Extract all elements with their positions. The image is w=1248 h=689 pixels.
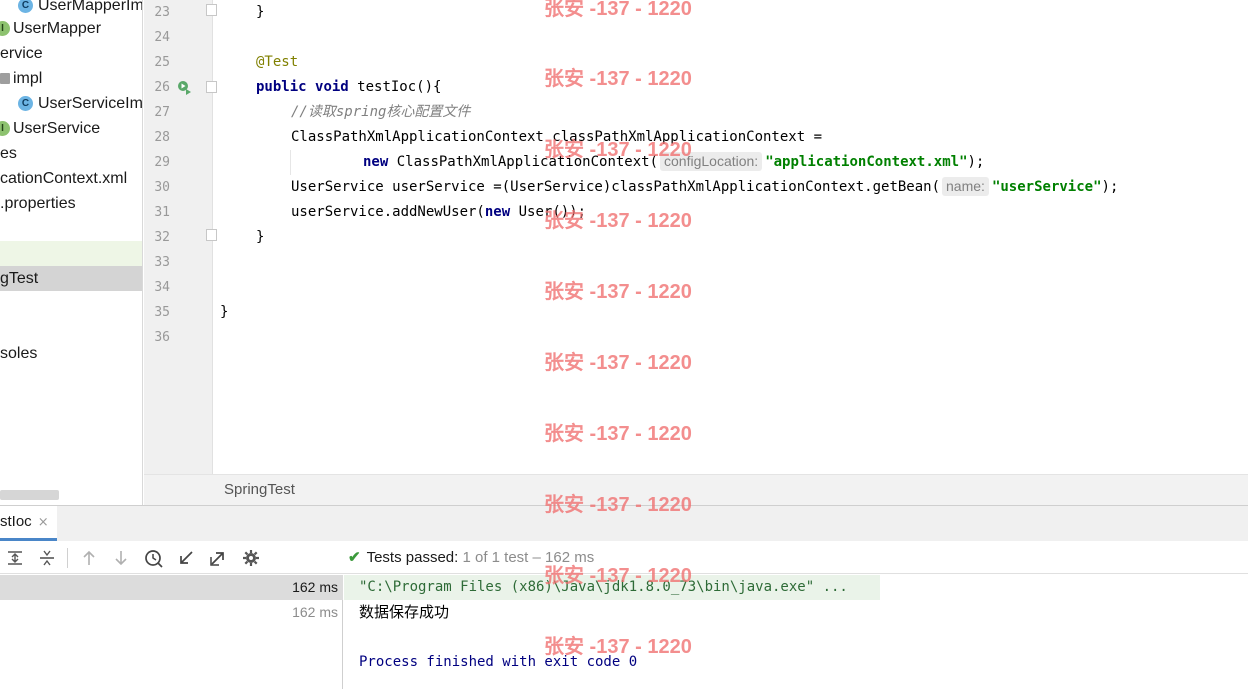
class-icon: C (18, 0, 33, 13)
line-number: 24 (154, 30, 170, 45)
test-results-tree: 162 ms 162 ms (0, 575, 343, 689)
export-tests-icon[interactable] (207, 547, 229, 569)
code-line-25: @Test (256, 54, 299, 70)
tree-item[interactable]: I UserService (0, 116, 142, 141)
console-command-line: "C:\Program Files (x86)\Java\jdk1.8.0_73… (344, 575, 880, 600)
console-exit-line: Process finished with exit code 0 (359, 654, 638, 670)
horizontal-scrollbar[interactable] (0, 490, 59, 500)
line-number: 28 (154, 130, 170, 145)
line-number-gutter: 23 24 25 26 27 28 29 30 31 32 33 34 35 3… (144, 0, 213, 474)
import-tests-icon[interactable] (175, 547, 197, 569)
code-line-32: } (256, 229, 265, 245)
parameter-hint: configLocation: (660, 152, 763, 171)
code-line-23: } (256, 4, 265, 20)
class-icon: C (18, 96, 33, 111)
line-number: 36 (154, 330, 170, 345)
collapse-all-icon[interactable] (36, 547, 58, 569)
check-icon: ✔ (348, 549, 361, 566)
line-number: 26 (154, 80, 170, 95)
interface-icon: I (0, 21, 10, 36)
line-number: 32 (154, 230, 170, 245)
clock-history-icon[interactable] (143, 547, 165, 569)
test-result-row[interactable]: 162 ms (0, 575, 343, 600)
fold-marker-icon[interactable] (206, 229, 217, 241)
tree-item[interactable]: C UserServiceIm (0, 91, 142, 116)
close-icon[interactable]: × (38, 515, 49, 530)
project-tree: C UserMapperIm I UserMapper ervice impl … (0, 0, 143, 505)
line-number: 33 (154, 255, 170, 270)
run-test-icon[interactable] (177, 80, 192, 95)
line-number: 34 (154, 280, 170, 295)
breadcrumb[interactable]: SpringTest (144, 474, 1248, 505)
toolbar-separator (67, 548, 68, 568)
test-result-row[interactable]: 162 ms (0, 600, 343, 625)
tree-item[interactable]: es (0, 141, 142, 166)
console-output-line: 数据保存成功 (359, 603, 450, 621)
tree-item-selected[interactable]: gTest (0, 266, 142, 291)
line-number: 30 (154, 180, 170, 195)
tree-item[interactable]: soles (0, 341, 142, 366)
fold-marker-icon[interactable] (206, 81, 217, 93)
run-tab-bar: stIoc × (0, 505, 1248, 541)
line-number: 35 (154, 305, 170, 320)
tab-run-testioc[interactable]: stIoc × (0, 506, 57, 541)
expand-all-icon[interactable] (4, 547, 26, 569)
run-toolbar: ✔ Tests passed: 1 of 1 test – 162 ms (0, 541, 1248, 574)
code-line-28: ClassPathXmlApplicationContext classPath… (291, 129, 823, 145)
interface-icon: I (0, 121, 10, 136)
code-line-30: UserService userService =(UserService)cl… (291, 177, 1119, 196)
line-number: 23 (154, 5, 170, 20)
tests-status: ✔ Tests passed: 1 of 1 test – 162 ms (348, 549, 595, 566)
tree-item[interactable]: .properties (0, 191, 142, 216)
gear-icon[interactable] (240, 547, 262, 569)
folder-icon (0, 73, 10, 84)
tree-item[interactable]: cationContext.xml (0, 166, 142, 191)
code-line-35: } (220, 304, 229, 320)
tree-item[interactable] (0, 241, 142, 266)
code-line-31: userService.addNewUser(new User()); (291, 204, 587, 220)
breadcrumb-class[interactable]: SpringTest (224, 481, 295, 498)
indent-guide (290, 150, 291, 175)
code-line-29: new ClassPathXmlApplicationContext(confi… (363, 152, 985, 171)
code-line-27: //读取spring核心配置文件 (291, 104, 471, 120)
code-editor[interactable]: 23 24 25 26 27 28 29 30 31 32 33 34 35 3… (144, 0, 1248, 474)
parameter-hint: name: (942, 177, 989, 196)
code-line-26: public void testIoc(){ (256, 79, 442, 95)
line-number: 31 (154, 205, 170, 220)
tree-item[interactable]: impl (0, 66, 142, 91)
console-output[interactable]: "C:\Program Files (x86)\Java\jdk1.8.0_73… (344, 575, 1248, 689)
tree-item[interactable]: I UserMapper (0, 16, 142, 41)
arrow-up-icon[interactable] (78, 547, 100, 569)
tree-item[interactable]: ervice (0, 41, 142, 66)
line-number: 27 (154, 105, 170, 120)
fold-marker-icon[interactable] (206, 4, 217, 16)
arrow-down-icon[interactable] (110, 547, 132, 569)
line-number: 25 (154, 55, 170, 70)
line-number: 29 (154, 155, 170, 170)
